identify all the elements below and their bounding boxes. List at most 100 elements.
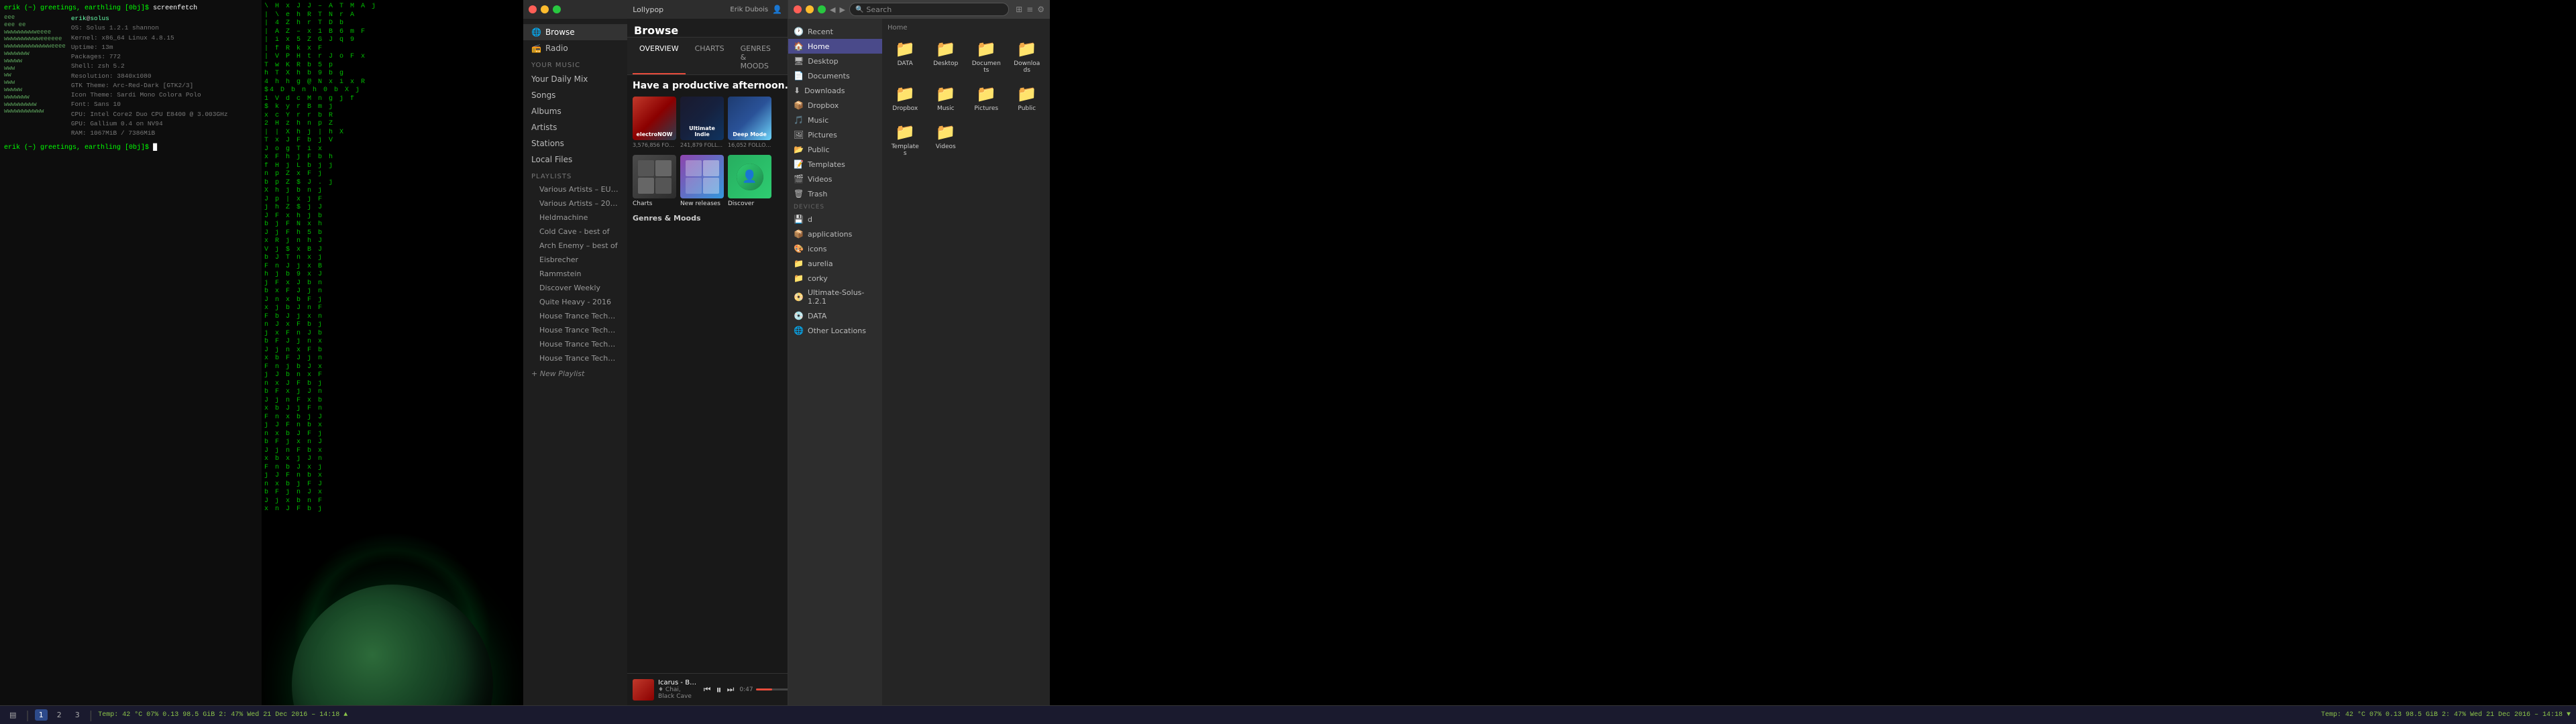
sidebar-item-songs[interactable]: Songs (523, 87, 627, 103)
file-item-desktop[interactable]: 📁 Desktop (928, 37, 964, 76)
files-sidebar-other-locations[interactable]: 🌐 Other Locations (788, 323, 882, 338)
folder-icon-data: 📁 (895, 40, 915, 58)
files-sidebar-corky[interactable]: 📁 corky (788, 271, 882, 286)
folder-icon-documents: 📁 (976, 40, 996, 58)
file-item-pictures[interactable]: 📁 Pictures (969, 82, 1004, 115)
playlist-item-4[interactable]: Cold Cave - best of (523, 225, 627, 239)
files-sidebar-templates[interactable]: 📝 Templates (788, 157, 882, 172)
card-charts[interactable]: Charts (633, 155, 676, 207)
files-back-icon[interactable]: ◀ (830, 5, 835, 14)
close-btn[interactable] (529, 5, 537, 13)
sidebar-item-stations[interactable]: Stations (523, 135, 627, 152)
sidebar-item-browse[interactable]: 🌐 Browse (523, 24, 627, 40)
playlist-item-2[interactable]: Various Artists – 20 Y... (523, 196, 627, 210)
folder-icon-videos: 📁 (936, 123, 956, 141)
user-icon[interactable]: 👤 (772, 5, 782, 14)
playlist-item-6[interactable]: Eisbrecher (523, 253, 627, 267)
file-item-downloads[interactable]: 📁 Downloads (1010, 37, 1045, 76)
list-view-icon[interactable]: ≡ (1026, 5, 1033, 14)
play-pause-btn[interactable]: ⏸ (715, 682, 723, 698)
tab-new-releases[interactable]: NEW RELEASES (780, 42, 788, 74)
files-sidebar-music[interactable]: 🎵 Music (788, 113, 882, 127)
playlist-item-5[interactable]: Arch Enemy – best of (523, 239, 627, 253)
taskbar-right: Temp: 42 °C 07% 0.13 98.5 GiB 2: 47% Wed… (2321, 711, 2571, 719)
matrix-row: | V P H t r J o F x (264, 53, 521, 62)
file-item-videos[interactable]: 📁 Videos (928, 120, 964, 160)
home-icon: 🏠 (794, 42, 804, 51)
files-forward-icon[interactable]: ▶ (839, 5, 845, 14)
files-sidebar-data[interactable]: 💿 DATA (788, 308, 882, 323)
sidebar-item-albums[interactable]: Albums (523, 103, 627, 119)
minimize-btn[interactable] (541, 5, 549, 13)
playlist-item-10[interactable]: House Trance Techno... (523, 309, 627, 323)
files-sidebar-home[interactable]: 🏠 Home (788, 39, 882, 54)
card-discover[interactable]: 👤 Discover (728, 155, 771, 207)
card-new-releases[interactable]: New releases (680, 155, 724, 207)
maximize-btn[interactable] (553, 5, 561, 13)
sidebar-item-local-files[interactable]: Local Files (523, 152, 627, 168)
files-sidebar-videos[interactable]: 🎬 Videos (788, 172, 882, 186)
files-sidebar-d[interactable]: 💾 d (788, 212, 882, 227)
taskbar-menu-btn[interactable]: ▤ (5, 709, 20, 721)
file-item-public[interactable]: 📁 Public (1010, 82, 1045, 115)
files-max-btn[interactable] (818, 5, 826, 13)
files-search-bar[interactable]: 🔍 Search (849, 3, 1009, 16)
files-sidebar-ultimate-solus[interactable]: 📀 Ultimate-Solus-1.2.1 (788, 286, 882, 308)
terminal-panel[interactable]: erik (~) greetings, earthling [0bj]$ scr… (0, 0, 262, 705)
playlist-item-8[interactable]: Discover Weekly (523, 281, 627, 295)
new-playlist-btn[interactable]: + New Playlist (523, 365, 627, 381)
taskbar-ws3[interactable]: 3 (71, 709, 84, 721)
playlist-item-3[interactable]: Heldmachine (523, 210, 627, 225)
matrix-row: x c Y r r b R (264, 112, 521, 121)
tab-genres[interactable]: GENRES & MOODS (734, 42, 777, 74)
sidebar-item-daily-mix[interactable]: Your Daily Mix (523, 71, 627, 87)
taskbar-ws2[interactable]: 2 (53, 709, 66, 721)
prev-btn[interactable]: ⏮ (702, 683, 712, 696)
terminal-prompt-2[interactable]: erik (~) greetings, earthling [0bj]$ █ (4, 143, 258, 152)
file-item-data[interactable]: 📁 DATA (888, 37, 923, 76)
files-min-btn[interactable] (806, 5, 814, 13)
sidebar-item-radio[interactable]: 📻 Radio (523, 40, 627, 56)
files-sidebar-recent[interactable]: 🕐 Recent (788, 24, 882, 39)
file-item-templates[interactable]: 📁 Templates (888, 120, 923, 160)
files-sidebar-public[interactable]: 📂 Public (788, 142, 882, 157)
file-item-music[interactable]: 📁 Music (928, 82, 964, 115)
files-sidebar-aurelia[interactable]: 📁 aurelia (788, 256, 882, 271)
card-ultimate-indie[interactable]: Ultimate Indie 241,879 FOLLOWERS (680, 97, 724, 148)
grid-view-icon[interactable]: ⊞ (1016, 5, 1022, 14)
card-electronow[interactable]: electroNOW 3,576,856 FOLLOWERS (633, 97, 676, 148)
matrix-row: j J b n x F (264, 371, 521, 380)
card-img-deep: Deep Mode (728, 97, 771, 140)
file-item-dropbox[interactable]: 📁 Dropbox (888, 82, 923, 115)
matrix-row: J F x h j b (264, 213, 521, 221)
files-close-btn[interactable] (794, 5, 802, 13)
files-sidebar-dropbox[interactable]: 📦 Dropbox (788, 98, 882, 113)
files-sidebar-icons[interactable]: 🎨 icons (788, 241, 882, 256)
files-sidebar-desktop[interactable]: 🖥 Desktop (788, 54, 882, 68)
playlist-item-12[interactable]: House Trance Techno... (523, 337, 627, 351)
file-item-documents[interactable]: 📁 Documents (969, 37, 1004, 76)
playlist-item-7[interactable]: Rammstein (523, 267, 627, 281)
files-sidebar-pictures[interactable]: 🖼 Pictures (788, 127, 882, 142)
sidebar-item-artists[interactable]: Artists (523, 119, 627, 135)
next-btn[interactable]: ⏭ (726, 683, 736, 696)
files-sidebar-downloads[interactable]: ⬇ Downloads (788, 83, 882, 98)
playlist-item-9[interactable]: Quite Heavy - 2016 (523, 295, 627, 309)
devices-section: Devices (788, 201, 882, 212)
files-body: 🕐 Recent 🏠 Home 🖥 Desktop 📄 Documents ⬇ (788, 19, 1050, 705)
tab-overview[interactable]: OVERVIEW (633, 42, 686, 74)
settings-icon[interactable]: ⚙ (1037, 5, 1044, 14)
files-sidebar-applications[interactable]: 📦 applications (788, 227, 882, 241)
matrix-row: n p Z x F j (264, 170, 521, 179)
files-sidebar-trash[interactable]: 🗑 Trash (788, 186, 882, 201)
playlist-item-1[interactable]: Various Artists – EUR... (523, 182, 627, 196)
files-sidebar-documents[interactable]: 📄 Documents (788, 68, 882, 83)
tab-charts[interactable]: CHARTS (688, 42, 731, 74)
music-nav-tabs: OVERVIEW CHARTS GENRES & MOODS NEW RELEA… (627, 38, 788, 75)
matrix-row: n x b J F j (264, 430, 521, 439)
card-deep-mode[interactable]: Deep Mode 16,052 FOLLOWERS (728, 97, 771, 148)
taskbar-ws1[interactable]: 1 (35, 709, 48, 721)
progress-bar[interactable] (756, 688, 788, 690)
playlist-item-13[interactable]: House Trance Techno... (523, 351, 627, 365)
playlist-item-11[interactable]: House Trance Techno... (523, 323, 627, 337)
